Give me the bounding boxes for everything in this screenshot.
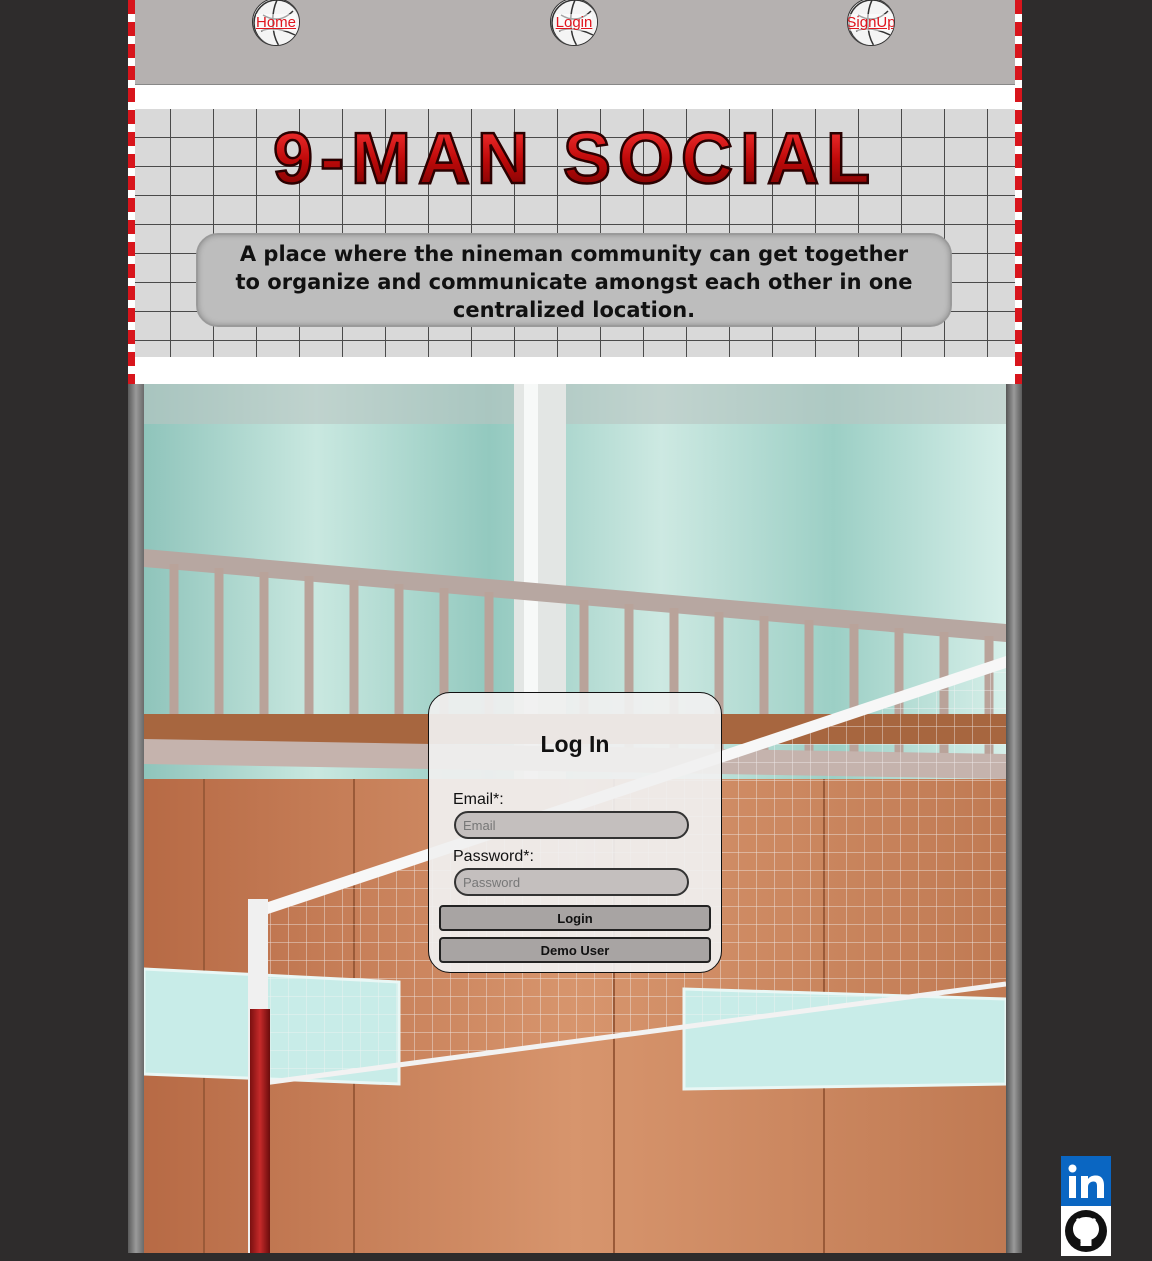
demo-user-button[interactable]: Demo User xyxy=(439,937,711,963)
nav-login-link[interactable]: Login xyxy=(550,0,598,46)
linkedin-link[interactable] xyxy=(1061,1156,1111,1206)
page-frame: Home Login SignUp 9-MAN SOCIAL A place w… xyxy=(128,0,1022,1253)
court-right-edge xyxy=(1006,384,1022,1253)
password-field[interactable] xyxy=(454,868,689,896)
email-field[interactable] xyxy=(454,811,689,839)
navbar: Home Login SignUp xyxy=(135,0,1015,85)
login-button[interactable]: Login xyxy=(439,905,711,931)
nav-signup-label: SignUp xyxy=(847,13,895,31)
tagline: A place where the nineman community can … xyxy=(196,233,952,327)
github-link[interactable] xyxy=(1061,1206,1111,1256)
login-card: Log In Email*: Password*: Login Demo Use… xyxy=(428,692,722,973)
site-logo: 9-MAN SOCIAL xyxy=(272,119,877,199)
login-title: Log In xyxy=(540,731,610,757)
nav-home-label: Home xyxy=(255,13,296,31)
nav-signup-link[interactable]: SignUp xyxy=(847,0,895,46)
volleyball-court-background: Log In Email*: Password*: Login Demo Use… xyxy=(128,384,1022,1253)
logo-text: 9-MAN SOCIAL xyxy=(273,119,877,199)
right-stripe-border xyxy=(1015,0,1022,384)
left-stripe-border xyxy=(128,0,135,384)
nav-login-label: Login xyxy=(555,13,593,31)
github-icon xyxy=(1065,1210,1107,1252)
linkedin-icon xyxy=(1061,1156,1111,1206)
hero-header: 9-MAN SOCIAL A place where the nineman c… xyxy=(135,109,1015,357)
nav-home-link[interactable]: Home xyxy=(252,0,300,46)
password-label: Password*: xyxy=(453,848,534,865)
email-label: Email*: xyxy=(453,791,504,808)
